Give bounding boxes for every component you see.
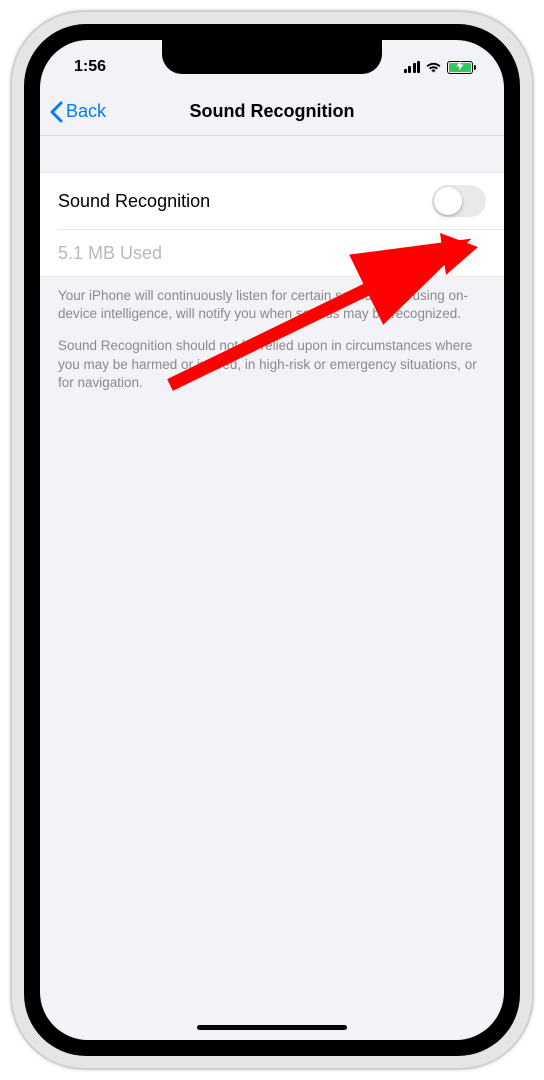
- sound-recognition-toggle[interactable]: [432, 185, 486, 217]
- home-indicator[interactable]: [197, 1025, 347, 1030]
- page-title: Sound Recognition: [190, 101, 355, 122]
- content-area: Sound Recognition 5.1 MB Used Your iPhon…: [40, 136, 504, 402]
- wifi-icon: [425, 61, 442, 73]
- navigation-bar: Back Sound Recognition: [40, 88, 504, 136]
- status-right: [404, 55, 477, 74]
- back-label: Back: [66, 101, 106, 122]
- charging-bolt-icon: [457, 61, 464, 74]
- storage-row: 5.1 MB Used: [40, 230, 504, 276]
- notch: [162, 40, 382, 74]
- chevron-left-icon: [50, 101, 63, 123]
- battery-icon: [447, 61, 476, 74]
- toggle-knob: [434, 187, 462, 215]
- screen: 1:56: [40, 40, 504, 1040]
- cellular-signal-icon: [404, 61, 421, 73]
- status-time: 1:56: [74, 52, 106, 76]
- toggle-label: Sound Recognition: [58, 191, 210, 212]
- footer-paragraph-2: Sound Recognition should not be relied u…: [58, 337, 486, 392]
- footer-description: Your iPhone will continuously listen for…: [40, 277, 504, 402]
- footer-paragraph-1: Your iPhone will continuously listen for…: [58, 287, 486, 323]
- settings-group: Sound Recognition 5.1 MB Used: [40, 172, 504, 277]
- storage-used-label: 5.1 MB Used: [58, 243, 162, 264]
- sound-recognition-row: Sound Recognition: [40, 173, 504, 229]
- back-button[interactable]: Back: [50, 101, 106, 123]
- device-frame: 1:56: [12, 12, 532, 1068]
- device-bezel: 1:56: [24, 24, 520, 1056]
